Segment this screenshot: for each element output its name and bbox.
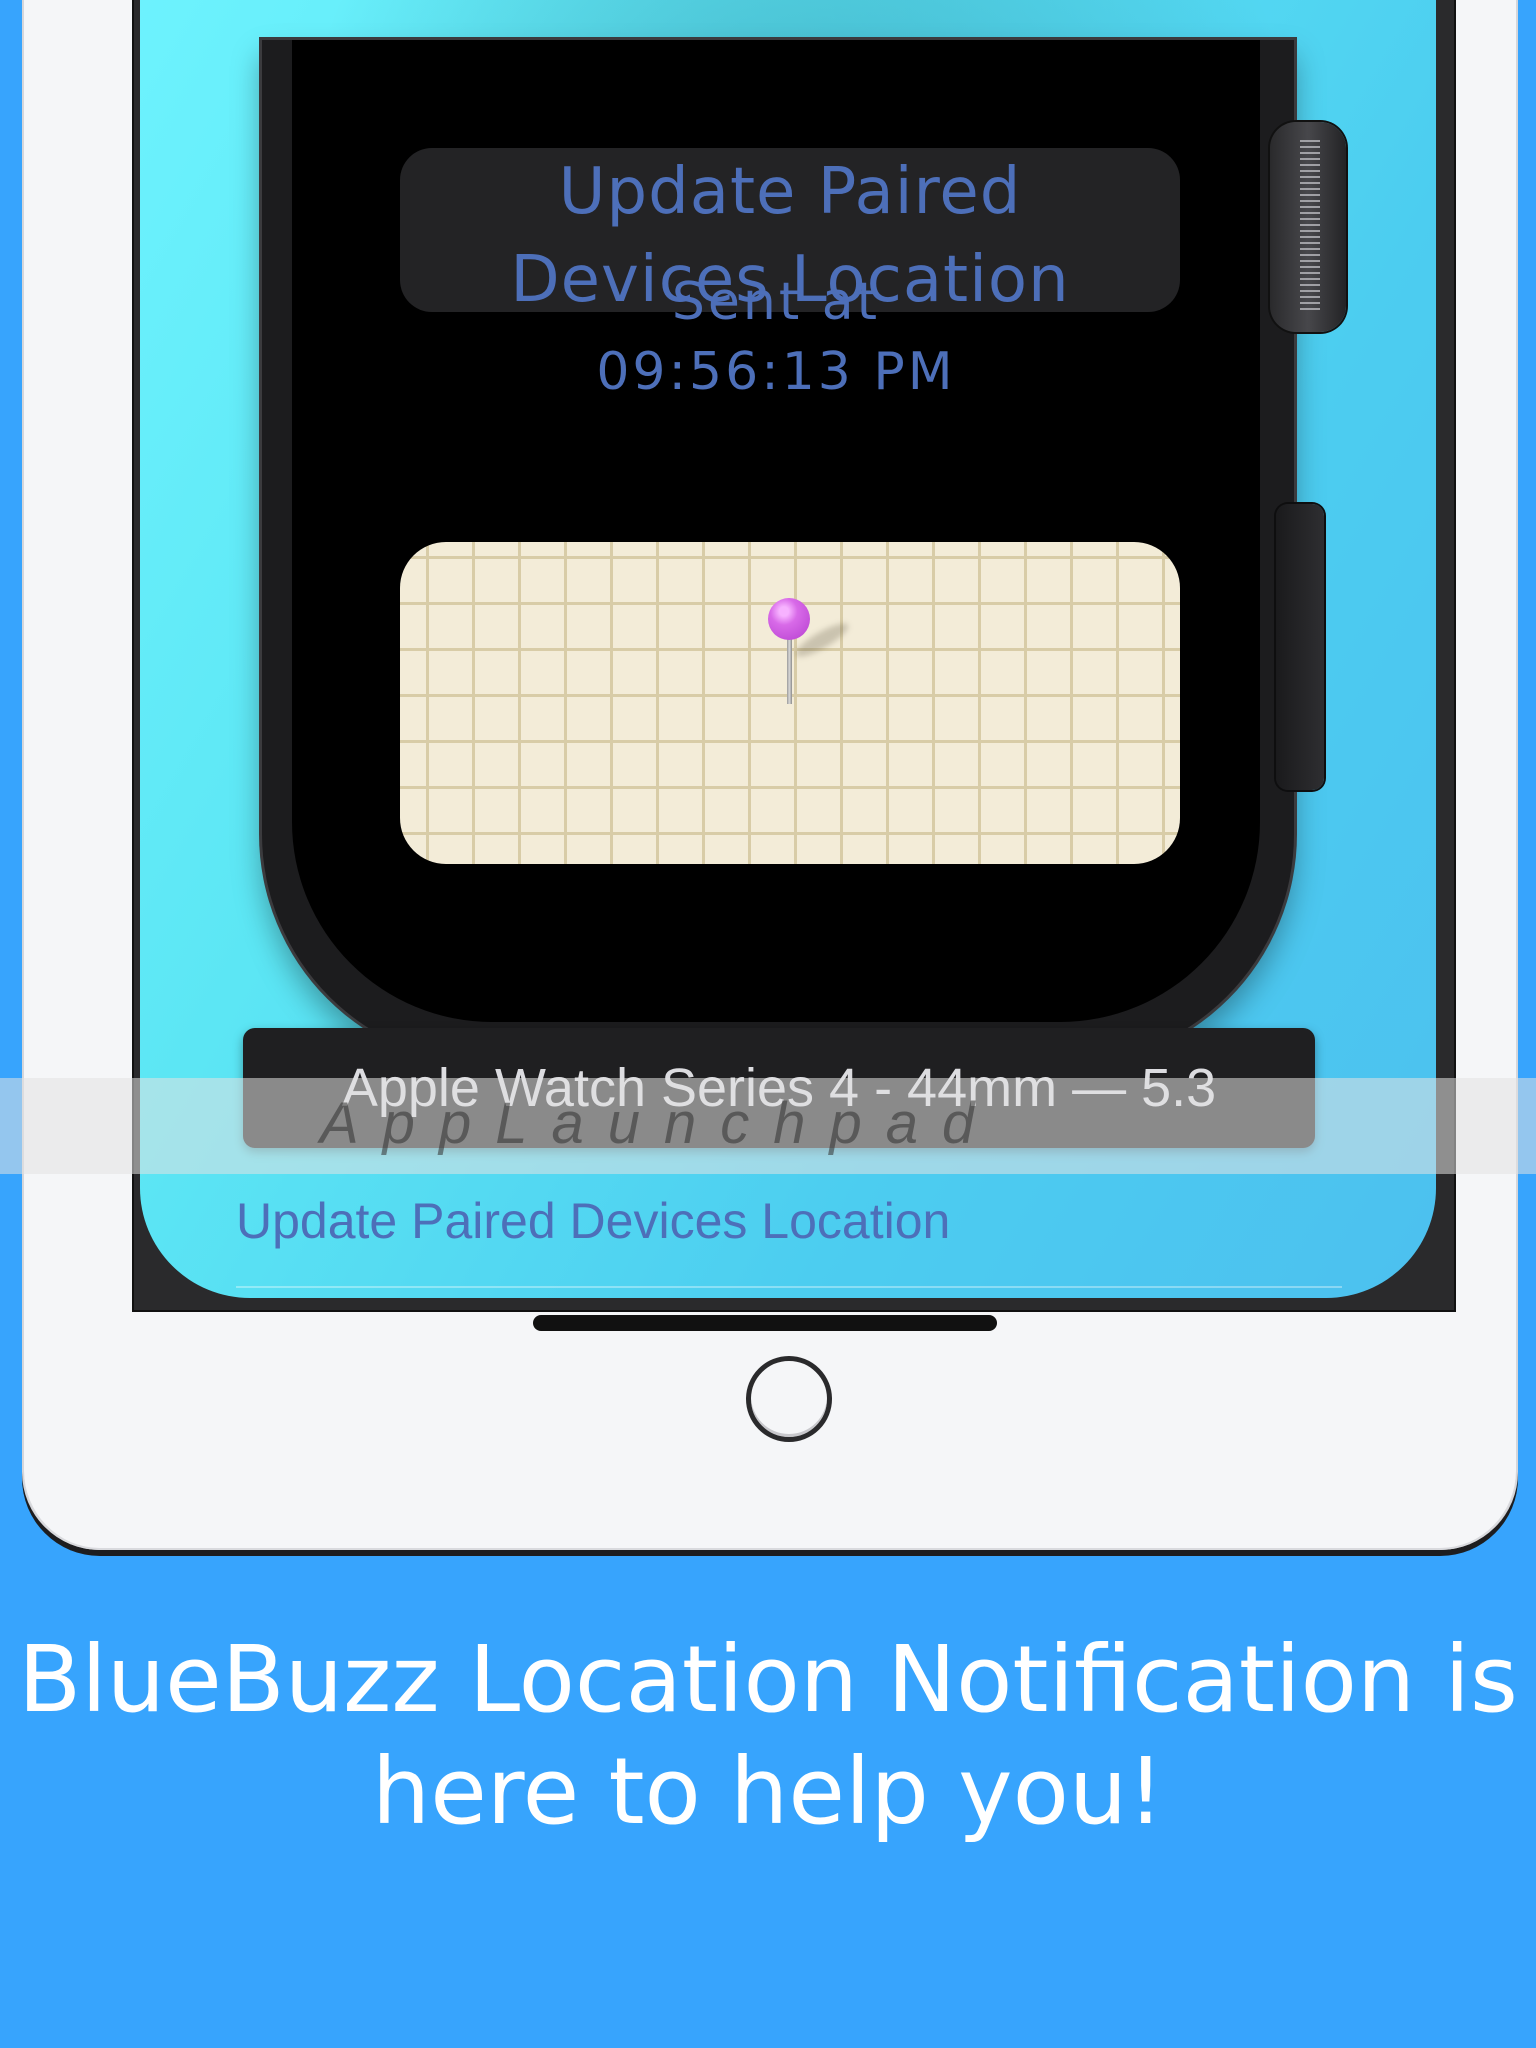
watermark: AppLaunchpad	[320, 1091, 999, 1156]
sent-at-time: 09:56:13 PM	[596, 342, 956, 402]
location-map[interactable]	[400, 542, 1180, 864]
headline-line1: BlueBuzz Location Notification is	[18, 1626, 1518, 1733]
home-indicator	[533, 1315, 997, 1331]
apple-watch: Update Paired Devices Location Sent at 0…	[262, 40, 1294, 1064]
map-pin-icon[interactable]	[768, 598, 810, 640]
home-button[interactable]	[746, 1356, 832, 1442]
sent-at-label: Sent at	[671, 272, 881, 332]
button-label-line1: Update Paired	[558, 155, 1022, 229]
watch-screen: Update Paired Devices Location Sent at 0…	[292, 40, 1260, 1022]
update-paired-devices-location-link[interactable]: Update Paired Devices Location	[236, 1192, 950, 1250]
digital-crown	[1270, 122, 1346, 332]
crown-ridges	[1300, 140, 1320, 314]
promo-headline: BlueBuzz Location Notification is here t…	[0, 1624, 1536, 1848]
watch-side-button	[1276, 504, 1324, 790]
headline-line2: here to help you!	[371, 1738, 1165, 1845]
list-divider	[236, 1286, 1342, 1288]
